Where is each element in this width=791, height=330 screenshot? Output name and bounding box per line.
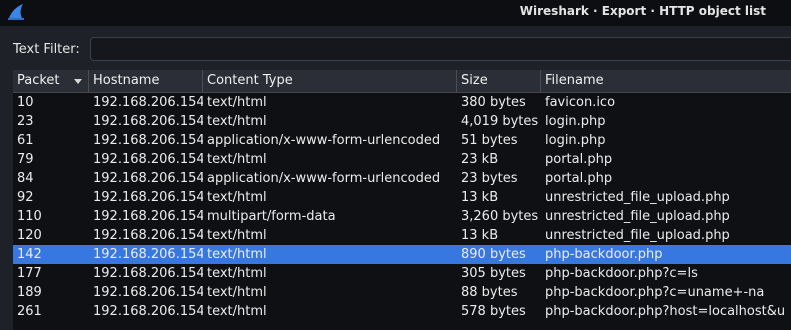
- cell-content-type: text/html: [207, 247, 267, 262]
- cell-size: 305 bytes: [461, 266, 526, 281]
- table-row[interactable]: 110 192.168.206.154 multipart/form-data 3,2…: [13, 207, 791, 226]
- column-header-filename[interactable]: Filename: [541, 70, 791, 92]
- cell-size: 578 bytes: [461, 304, 526, 319]
- cell-filename: login.php: [545, 133, 606, 148]
- table-body: 10 192.168.206.154 text/html 380 bytes favic…: [13, 93, 791, 321]
- window-title: Wireshark · Export · HTTP object list: [519, 4, 766, 18]
- table-row[interactable]: 142 192.168.206.154 text/html 890 bytes php-…: [13, 245, 791, 264]
- cell-hostname: 192.168.206.154: [93, 190, 203, 205]
- table-row[interactable]: 84 192.168.206.154 application/x-www-form-…: [13, 169, 791, 188]
- cell-hostname: 192.168.206.154: [93, 209, 203, 224]
- column-header-packet[interactable]: Packet: [13, 70, 89, 92]
- cell-packet: 79: [17, 152, 34, 167]
- cell-packet: 92: [17, 190, 34, 205]
- cell-size: 23 bytes: [461, 171, 518, 186]
- cell-content-type: text/html: [207, 114, 267, 129]
- cell-size: 890 bytes: [461, 247, 526, 262]
- cell-content-type: text/html: [207, 190, 267, 205]
- wireshark-fin-icon: [8, 4, 24, 20]
- cell-content-type: text/html: [207, 228, 267, 243]
- cell-filename: unrestricted_file_upload.php: [545, 209, 730, 224]
- table-header: Packet Hostname Content Type Size Filena…: [13, 70, 791, 93]
- cell-filename: unrestricted_file_upload.php: [545, 190, 730, 205]
- cell-packet: 61: [17, 133, 34, 148]
- cell-size: 13 kB: [461, 190, 499, 205]
- cell-size: 13 kB: [461, 228, 499, 243]
- cell-hostname: 192.168.206.154: [93, 95, 203, 110]
- cell-size: 3,260 bytes: [461, 209, 539, 224]
- cell-packet: 10: [17, 95, 34, 110]
- text-filter-input[interactable]: [90, 37, 791, 61]
- cell-filename: login.php: [545, 114, 606, 129]
- http-object-table: Packet Hostname Content Type Size Filena…: [13, 70, 791, 330]
- cell-packet: 261: [17, 304, 42, 319]
- cell-content-type: text/html: [207, 152, 267, 167]
- cell-packet: 120: [17, 228, 42, 243]
- cell-packet: 142: [17, 247, 42, 262]
- cell-size: 380 bytes: [461, 95, 526, 110]
- cell-content-type: application/x-www-form-urlencoded: [207, 133, 441, 148]
- text-filter-label: Text Filter:: [13, 42, 80, 57]
- cell-hostname: 192.168.206.154: [93, 152, 203, 167]
- cell-filename: php-backdoor.php?c=ls: [545, 266, 698, 281]
- cell-hostname: 192.168.206.154: [93, 171, 203, 186]
- cell-content-type: text/html: [207, 266, 267, 281]
- cell-packet: 189: [17, 285, 42, 300]
- cell-size: 88 bytes: [461, 285, 518, 300]
- table-row[interactable]: 79 192.168.206.154 text/html 23 kB portal.ph…: [13, 150, 791, 169]
- cell-size: 51 bytes: [461, 133, 518, 148]
- table-row[interactable]: 177 192.168.206.154 text/html 305 bytes php-…: [13, 264, 791, 283]
- cell-packet: 84: [17, 171, 34, 186]
- cell-filename: portal.php: [545, 152, 613, 167]
- cell-packet: 177: [17, 266, 42, 281]
- title-bar: Wireshark · Export · HTTP object list: [0, 0, 791, 26]
- table-row[interactable]: 23 192.168.206.154 text/html 4,019 bytes log…: [13, 112, 791, 131]
- table-row[interactable]: 61 192.168.206.154 application/x-www-form-…: [13, 131, 791, 150]
- table-row[interactable]: 92 192.168.206.154 text/html 13 kB unrestric…: [13, 188, 791, 207]
- cell-content-type: multipart/form-data: [207, 209, 336, 224]
- http-object-list-window: Wireshark · Export · HTTP object list Te…: [0, 0, 791, 330]
- cell-hostname: 192.168.206.154: [93, 247, 203, 262]
- text-filter-bar: Text Filter:: [0, 26, 791, 70]
- table-row[interactable]: 189 192.168.206.154 text/html 88 bytes php-b…: [13, 283, 791, 302]
- table-row[interactable]: 10 192.168.206.154 text/html 380 bytes favic…: [13, 93, 791, 112]
- cell-hostname: 192.168.206.154: [93, 304, 203, 319]
- cell-size: 23 kB: [461, 152, 499, 167]
- cell-filename: php-backdoor.php?c=uname+-na: [545, 285, 765, 300]
- cell-content-type: text/html: [207, 95, 267, 110]
- table-row[interactable]: 120 192.168.206.154 text/html 13 kB unrestri…: [13, 226, 791, 245]
- sort-descending-icon: [74, 79, 82, 84]
- cell-filename: favicon.ico: [545, 95, 616, 110]
- cell-hostname: 192.168.206.154: [93, 266, 203, 281]
- cell-hostname: 192.168.206.154: [93, 228, 203, 243]
- cell-hostname: 192.168.206.154: [93, 285, 203, 300]
- cell-packet: 110: [17, 209, 42, 224]
- column-header-hostname[interactable]: Hostname: [89, 70, 203, 92]
- cell-filename: php-backdoor.php?host=localhost&u: [545, 304, 786, 319]
- cell-content-type: text/html: [207, 285, 267, 300]
- column-header-label: Packet: [17, 73, 60, 88]
- table-row[interactable]: 261 192.168.206.154 text/html 578 bytes php-…: [13, 302, 791, 321]
- column-header-size[interactable]: Size: [457, 70, 541, 92]
- cell-hostname: 192.168.206.154: [93, 133, 203, 148]
- cell-hostname: 192.168.206.154: [93, 114, 203, 129]
- cell-packet: 23: [17, 114, 34, 129]
- cell-content-type: text/html: [207, 304, 267, 319]
- cell-content-type: application/x-www-form-urlencoded: [207, 171, 441, 186]
- cell-size: 4,019 bytes: [461, 114, 539, 129]
- cell-filename: php-backdoor.php: [545, 247, 663, 262]
- cell-filename: unrestricted_file_upload.php: [545, 228, 730, 243]
- cell-filename: portal.php: [545, 171, 613, 186]
- column-header-content-type[interactable]: Content Type: [203, 70, 457, 92]
